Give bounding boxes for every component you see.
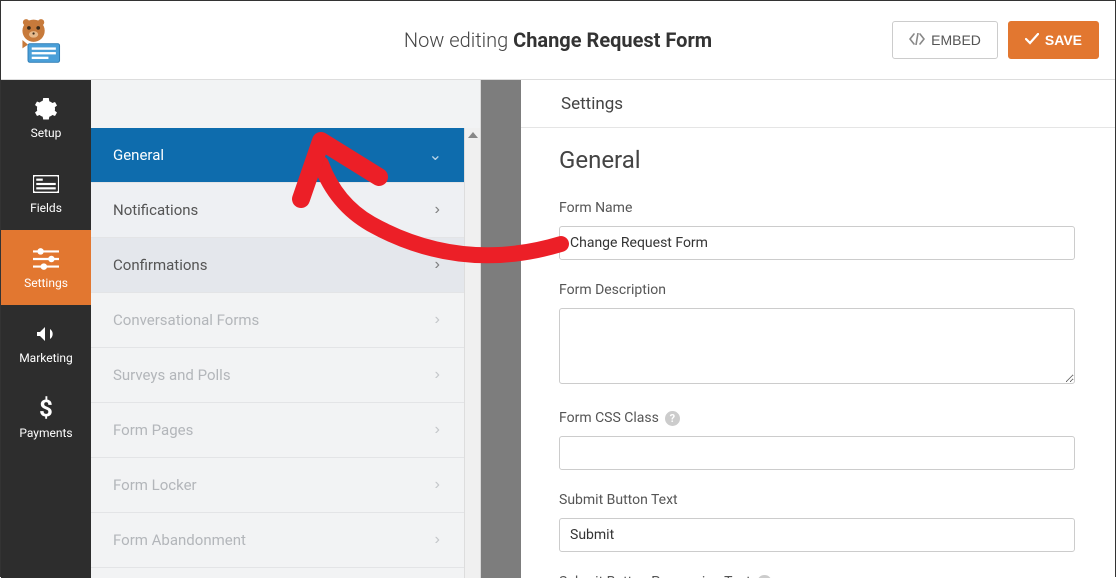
sidebar-item-form-locker[interactable]: Form Locker ›	[91, 458, 464, 513]
dollar-icon: $	[33, 396, 59, 422]
sidebar-item-confirmations[interactable]: Confirmations ›	[91, 238, 464, 293]
help-icon[interactable]: ?	[757, 575, 772, 578]
sidebar-item-surveys[interactable]: Surveys and Polls ›	[91, 348, 464, 403]
list-icon	[33, 171, 59, 197]
iconbar-settings[interactable]: Settings	[1, 230, 91, 305]
bullhorn-icon	[33, 321, 59, 347]
form-description-input[interactable]	[559, 308, 1075, 384]
app-logo	[13, 12, 69, 68]
chevron-right-icon: ›	[432, 366, 442, 384]
submit-text-input[interactable]	[559, 518, 1075, 552]
sidebar-item-label: General	[113, 146, 164, 164]
sliders-icon	[33, 246, 59, 272]
chevron-down-icon: ⌄	[429, 145, 442, 165]
check-icon	[1025, 32, 1039, 48]
gear-icon	[33, 96, 59, 122]
chevron-right-icon: ›	[432, 201, 442, 219]
sidebar-item-label: Form Locker	[113, 476, 197, 494]
submit-text-label: Submit Button Text	[559, 492, 1075, 508]
sidebar-item-general[interactable]: General ⌄	[91, 128, 464, 183]
sidebar-item-form-pages[interactable]: Form Pages ›	[91, 403, 464, 458]
settings-sidebar: General ⌄ Notifications › Confirmations …	[91, 80, 481, 578]
sidebar-scrollbar[interactable]	[464, 128, 480, 578]
submit-processing-label: Submit Button Processing Text ?	[559, 574, 1075, 578]
form-description-label: Form Description	[559, 282, 1075, 298]
sidebar-item-form-abandonment[interactable]: Form Abandonment ›	[91, 513, 464, 568]
help-icon[interactable]: ?	[665, 411, 680, 426]
top-bar: Now editing Change Request Form EMBED SA…	[1, 1, 1115, 80]
chevron-right-icon: ›	[432, 311, 442, 329]
chevron-right-icon: ›	[432, 476, 442, 494]
sidebar-item-label: Conversational Forms	[113, 311, 259, 329]
form-name-input[interactable]	[559, 226, 1075, 260]
iconbar-label: Payments	[19, 426, 72, 440]
form-name-label: Form Name	[559, 200, 1075, 216]
iconbar: Setup Fields Settings Marketing $ Paymen…	[1, 80, 91, 578]
preview-gutter	[481, 80, 521, 578]
chevron-right-icon: ›	[432, 256, 442, 274]
save-label: SAVE	[1045, 32, 1082, 48]
sidebar-item-label: Surveys and Polls	[113, 366, 231, 384]
form-css-label: Form CSS Class ?	[559, 410, 1075, 426]
scroll-up-icon	[467, 130, 478, 140]
iconbar-setup[interactable]: Setup	[1, 80, 91, 155]
iconbar-marketing[interactable]: Marketing	[1, 305, 91, 380]
page-title: Now editing Change Request Form	[404, 28, 712, 52]
sidebar-item-notifications[interactable]: Notifications ›	[91, 183, 464, 238]
form-css-input[interactable]	[559, 436, 1075, 470]
iconbar-label: Marketing	[19, 351, 73, 365]
form-title: Change Request Form	[513, 28, 712, 52]
section-title: General	[559, 146, 1075, 174]
editing-prefix: Now editing	[404, 28, 513, 52]
iconbar-label: Fields	[30, 201, 62, 215]
content: Settings General Form Name Form Descript…	[521, 80, 1115, 578]
sidebar-item-label: Confirmations	[113, 256, 207, 274]
chevron-right-icon: ›	[432, 421, 442, 439]
sidebar-item-conversational[interactable]: Conversational Forms ›	[91, 293, 464, 348]
code-icon	[909, 32, 925, 48]
iconbar-label: Setup	[31, 126, 62, 140]
sidebar-item-label: Notifications	[113, 201, 198, 219]
sidebar-item-label: Form Abandonment	[113, 531, 246, 549]
svg-text:$: $	[39, 396, 53, 422]
content-header: Settings	[521, 80, 1115, 128]
iconbar-fields[interactable]: Fields	[1, 155, 91, 230]
embed-label: EMBED	[931, 32, 981, 48]
top-actions: EMBED SAVE	[892, 21, 1099, 59]
content-body: General Form Name Form Description Form …	[521, 128, 1115, 578]
embed-button[interactable]: EMBED	[892, 21, 998, 59]
iconbar-payments[interactable]: $ Payments	[1, 380, 91, 455]
chevron-right-icon: ›	[432, 531, 442, 549]
content-header-label: Settings	[561, 94, 623, 114]
save-button[interactable]: SAVE	[1008, 21, 1099, 59]
iconbar-label: Settings	[24, 276, 68, 290]
sidebar-item-label: Form Pages	[113, 421, 193, 439]
